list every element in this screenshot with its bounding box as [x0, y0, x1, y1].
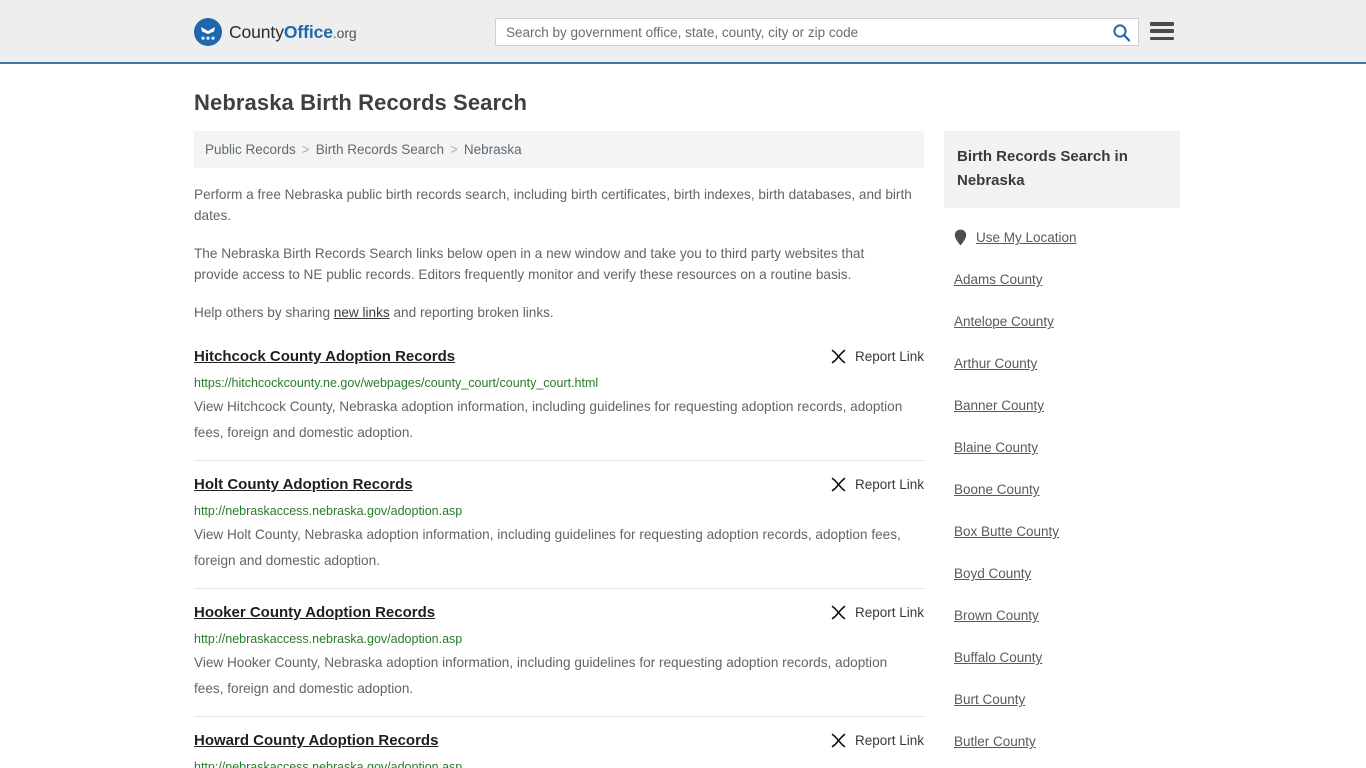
result-url: http://nebraskaccess.nebraska.gov/adopti… — [194, 632, 463, 646]
county-link-boone[interactable]: Boone County — [944, 482, 1180, 498]
intro-text-after-link: and reporting broken links. — [389, 305, 554, 320]
broken-link-icon — [831, 605, 846, 620]
breadcrumb-item-birth-records-search[interactable]: Birth Records Search — [316, 142, 444, 157]
main-content: Public Records > Birth Records Search > … — [194, 131, 924, 768]
result-title-link[interactable]: Hitchcock County Adoption Records — [194, 347, 455, 367]
page-container: Nebraska Birth Records Search Public Rec… — [0, 90, 1366, 768]
logo-text-office: Office — [283, 21, 333, 42]
result-item: Hooker County Adoption Records Report Li… — [194, 603, 924, 717]
result-header: Howard County Adoption Records Report Li… — [194, 731, 924, 751]
intro-paragraph-1: Perform a free Nebraska public birth rec… — [194, 187, 912, 223]
content-columns: Public Records > Birth Records Search > … — [194, 131, 1180, 768]
breadcrumb-item-public-records[interactable]: Public Records — [205, 142, 296, 157]
hamburger-menu-icon[interactable] — [1150, 20, 1174, 42]
result-url: http://nebraskaccess.nebraska.gov/adopti… — [194, 760, 463, 768]
report-link-label: Report Link — [854, 605, 924, 620]
eagle-shield-logo-icon — [194, 18, 222, 46]
intro-paragraph-3: Help others by sharing new links and rep… — [194, 302, 912, 323]
search-input[interactable] — [496, 19, 1104, 45]
county-link-blaine[interactable]: Blaine County — [944, 440, 1180, 456]
report-link-button[interactable]: Report Link — [830, 603, 924, 621]
result-description: View Holt County, Nebraska adoption info… — [194, 527, 901, 568]
county-link-banner[interactable]: Banner County — [944, 398, 1180, 414]
result-description: View Hitchcock County, Nebraska adoption… — [194, 399, 903, 440]
report-link-button[interactable]: Report Link — [830, 475, 924, 493]
sidebar: Birth Records Search in Nebraska Use My … — [944, 131, 1180, 768]
county-link-butler[interactable]: Butler County — [944, 734, 1180, 750]
search-icon — [1112, 23, 1130, 41]
result-url: http://nebraskaccess.nebraska.gov/adopti… — [194, 504, 463, 518]
county-link-adams[interactable]: Adams County — [944, 272, 1180, 288]
county-link-burt[interactable]: Burt County — [944, 692, 1180, 708]
result-title-link[interactable]: Howard County Adoption Records — [194, 731, 438, 751]
hamburger-bar — [1150, 36, 1174, 40]
broken-link-icon — [831, 733, 846, 748]
hamburger-bar — [1150, 22, 1174, 26]
county-link-antelope[interactable]: Antelope County — [944, 314, 1180, 330]
search-bar[interactable] — [495, 18, 1139, 46]
report-link-label: Report Link — [854, 733, 924, 748]
county-links-list: Adams County Antelope County Arthur Coun… — [944, 272, 1180, 768]
intro-paragraph-2: The Nebraska Birth Records Search links … — [194, 246, 865, 282]
result-header: Holt County Adoption Records Report Link — [194, 475, 924, 495]
result-title-link[interactable]: Hooker County Adoption Records — [194, 603, 435, 623]
result-description: View Hooker County, Nebraska adoption in… — [194, 655, 888, 696]
county-link-box-butte[interactable]: Box Butte County — [944, 524, 1180, 540]
report-link-button[interactable]: Report Link — [830, 347, 924, 365]
map-pin-icon — [954, 229, 967, 246]
breadcrumb-separator: > — [450, 142, 458, 157]
report-link-button[interactable]: Report Link — [830, 731, 924, 749]
hamburger-bar — [1150, 29, 1174, 33]
intro-text-before-link: Help others by sharing — [194, 305, 334, 320]
result-title-link[interactable]: Holt County Adoption Records — [194, 475, 413, 495]
logo-text-county: County — [229, 21, 284, 42]
site-header: CountyOffice.org — [0, 0, 1366, 64]
logo-text-org: .org — [332, 24, 357, 41]
county-link-buffalo[interactable]: Buffalo County — [944, 650, 1180, 666]
result-item: Hitchcock County Adoption Records Report… — [194, 347, 924, 461]
sidebar-heading: Birth Records Search in Nebraska — [944, 131, 1180, 208]
result-header: Hitchcock County Adoption Records Report… — [194, 347, 924, 367]
breadcrumb-item-nebraska: Nebraska — [463, 142, 522, 157]
result-item: Howard County Adoption Records Report Li… — [194, 731, 924, 768]
use-my-location-label: Use My Location — [976, 230, 1077, 245]
breadcrumb-separator: > — [301, 142, 310, 157]
new-links-link[interactable]: new links — [334, 305, 390, 320]
report-link-label: Report Link — [854, 349, 924, 364]
report-link-label: Report Link — [854, 477, 924, 492]
county-link-arthur[interactable]: Arthur County — [944, 356, 1180, 372]
search-button[interactable] — [1104, 19, 1138, 45]
logo-wordmark: CountyOffice.org — [229, 22, 357, 43]
county-link-brown[interactable]: Brown County — [944, 608, 1180, 624]
county-link-boyd[interactable]: Boyd County — [944, 566, 1180, 582]
result-header: Hooker County Adoption Records Report Li… — [194, 603, 924, 623]
breadcrumb: Public Records > Birth Records Search > … — [194, 131, 924, 168]
site-logo[interactable]: CountyOffice.org — [194, 18, 357, 46]
result-url: https://hitchcockcounty.ne.gov/webpages/… — [194, 376, 599, 390]
results-list: Hitchcock County Adoption Records Report… — [194, 347, 924, 768]
broken-link-icon — [831, 477, 846, 492]
broken-link-icon — [831, 349, 846, 364]
result-item: Holt County Adoption Records Report Link… — [194, 475, 924, 589]
use-my-location-button[interactable]: Use My Location — [944, 229, 1180, 246]
page-title: Nebraska Birth Records Search — [194, 90, 528, 115]
